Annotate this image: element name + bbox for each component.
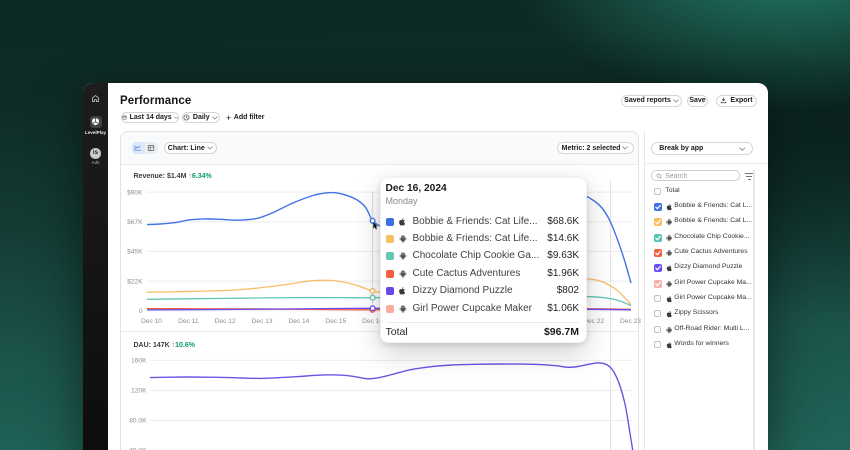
svg-text:Dec 23: Dec 23 [620,318,641,325]
svg-text:Dec 15: Dec 15 [325,318,346,325]
svg-text:80.0K: 80.0K [129,418,147,425]
svg-text:Dec 11: Dec 11 [178,318,199,325]
svg-text:160K: 160K [131,358,147,365]
svg-text:$90K: $90K [127,189,143,196]
svg-text:120K: 120K [131,388,147,395]
svg-text:$45K: $45K [127,249,143,256]
svg-text:Dec 12: Dec 12 [215,318,236,325]
svg-text:Dec 13: Dec 13 [252,318,273,325]
svg-text:$22K: $22K [127,278,143,285]
svg-text:$67K: $67K [127,219,143,226]
svg-text:0: 0 [139,308,143,315]
svg-text:Dec 10: Dec 10 [141,318,162,325]
svg-text:Dec 14: Dec 14 [288,318,309,325]
